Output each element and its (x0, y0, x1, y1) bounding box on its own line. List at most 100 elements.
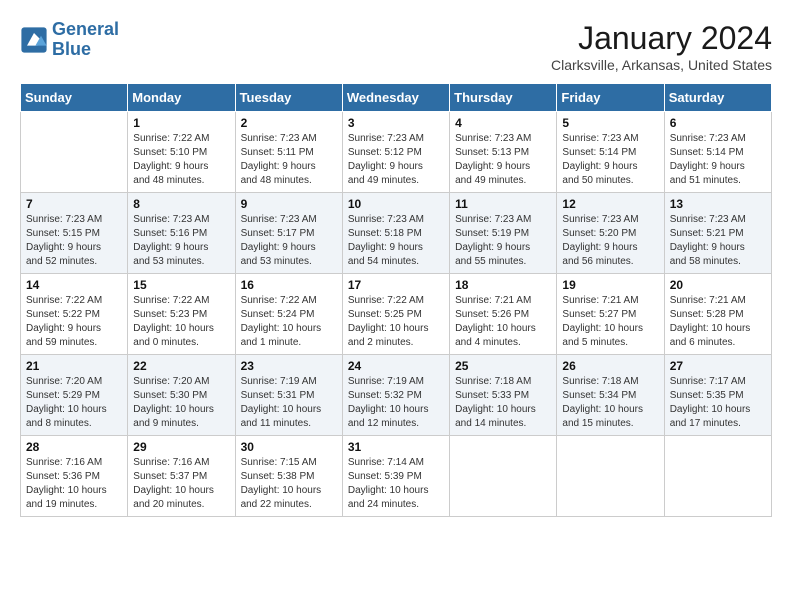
day-number: 3 (348, 116, 444, 130)
day-info: Sunrise: 7:23 AMSunset: 5:16 PMDaylight:… (133, 213, 229, 269)
calendar-cell: 25 Sunrise: 7:18 AMSunset: 5:33 PMDayligh… (450, 355, 557, 436)
calendar-cell: 23 Sunrise: 7:19 AMSunset: 5:31 PMDayligh… (235, 355, 342, 436)
calendar-cell: 17 Sunrise: 7:22 AMSunset: 5:25 PMDayligh… (342, 274, 449, 355)
day-number: 13 (670, 197, 766, 211)
day-number: 24 (348, 359, 444, 373)
calendar-cell: 4 Sunrise: 7:23 AMSunset: 5:13 PMDaylight… (450, 112, 557, 193)
day-info: Sunrise: 7:14 AMSunset: 5:39 PMDaylight:… (348, 456, 444, 512)
calendar-cell: 12Sunrise: 7:23 AMSunset: 5:20 PMDayligh… (557, 193, 664, 274)
calendar-cell: 16 Sunrise: 7:22 AMSunset: 5:24 PMDayligh… (235, 274, 342, 355)
day-number: 23 (241, 359, 337, 373)
calendar-cell: 11Sunrise: 7:23 AMSunset: 5:19 PMDayligh… (450, 193, 557, 274)
day-info: Sunrise: 7:23 AMSunset: 5:13 PMDaylight:… (455, 132, 551, 188)
day-number: 31 (348, 440, 444, 454)
page-header: General Blue January 2024 Clarksville, A… (20, 20, 772, 73)
month-title: January 2024 (551, 20, 772, 57)
calendar-cell: 2 Sunrise: 7:23 AMSunset: 5:11 PMDaylight… (235, 112, 342, 193)
day-number: 29 (133, 440, 229, 454)
weekday-header-friday: Friday (557, 84, 664, 112)
weekday-header-monday: Monday (128, 84, 235, 112)
day-info: Sunrise: 7:19 AMSunset: 5:32 PMDaylight:… (348, 375, 444, 431)
calendar-week-4: 21Sunrise: 7:20 AMSunset: 5:29 PMDayligh… (21, 355, 772, 436)
logo-icon (20, 26, 48, 54)
calendar-week-2: 7 Sunrise: 7:23 AMSunset: 5:15 PMDaylight… (21, 193, 772, 274)
calendar-cell (557, 436, 664, 517)
calendar-cell: 14 Sunrise: 7:22 AMSunset: 5:22 PMDayligh… (21, 274, 128, 355)
day-number: 5 (562, 116, 658, 130)
calendar-cell: 5Sunrise: 7:23 AMSunset: 5:14 PMDaylight… (557, 112, 664, 193)
weekday-header-tuesday: Tuesday (235, 84, 342, 112)
day-info: Sunrise: 7:19 AMSunset: 5:31 PMDaylight:… (241, 375, 337, 431)
day-info: Sunrise: 7:22 AMSunset: 5:22 PMDaylight:… (26, 294, 122, 350)
day-info: Sunrise: 7:21 AMSunset: 5:27 PMDaylight:… (562, 294, 658, 350)
day-info: Sunrise: 7:23 AMSunset: 5:19 PMDaylight:… (455, 213, 551, 269)
weekday-header-saturday: Saturday (664, 84, 771, 112)
day-info: Sunrise: 7:17 AMSunset: 5:35 PMDaylight:… (670, 375, 766, 431)
day-info: Sunrise: 7:18 AMSunset: 5:34 PMDaylight:… (562, 375, 658, 431)
calendar-cell: 28Sunrise: 7:16 AMSunset: 5:36 PMDayligh… (21, 436, 128, 517)
day-number: 1 (133, 116, 229, 130)
calendar-cell: 22Sunrise: 7:20 AMSunset: 5:30 PMDayligh… (128, 355, 235, 436)
calendar-header-row: SundayMondayTuesdayWednesdayThursdayFrid… (21, 84, 772, 112)
calendar-cell (664, 436, 771, 517)
day-info: Sunrise: 7:23 AMSunset: 5:20 PMDaylight:… (562, 213, 658, 269)
day-info: Sunrise: 7:21 AMSunset: 5:28 PMDaylight:… (670, 294, 766, 350)
day-number: 7 (26, 197, 122, 211)
calendar-body: 1 Sunrise: 7:22 AMSunset: 5:10 PMDaylight… (21, 112, 772, 517)
calendar-cell: 15Sunrise: 7:22 AMSunset: 5:23 PMDayligh… (128, 274, 235, 355)
location: Clarksville, Arkansas, United States (551, 57, 772, 73)
calendar-cell: 20Sunrise: 7:21 AMSunset: 5:28 PMDayligh… (664, 274, 771, 355)
day-info: Sunrise: 7:22 AMSunset: 5:24 PMDaylight:… (241, 294, 337, 350)
calendar-cell: 7 Sunrise: 7:23 AMSunset: 5:15 PMDaylight… (21, 193, 128, 274)
day-info: Sunrise: 7:22 AMSunset: 5:25 PMDaylight:… (348, 294, 444, 350)
day-info: Sunrise: 7:18 AMSunset: 5:33 PMDaylight:… (455, 375, 551, 431)
day-number: 6 (670, 116, 766, 130)
logo-text: General Blue (52, 20, 119, 60)
day-number: 30 (241, 440, 337, 454)
day-info: Sunrise: 7:16 AMSunset: 5:36 PMDaylight:… (26, 456, 122, 512)
day-number: 17 (348, 278, 444, 292)
calendar-cell (450, 436, 557, 517)
day-number: 15 (133, 278, 229, 292)
calendar-cell: 3 Sunrise: 7:23 AMSunset: 5:12 PMDaylight… (342, 112, 449, 193)
day-number: 18 (455, 278, 551, 292)
calendar-cell (21, 112, 128, 193)
calendar-cell: 21Sunrise: 7:20 AMSunset: 5:29 PMDayligh… (21, 355, 128, 436)
day-number: 10 (348, 197, 444, 211)
weekday-header-thursday: Thursday (450, 84, 557, 112)
day-number: 19 (562, 278, 658, 292)
day-info: Sunrise: 7:23 AMSunset: 5:15 PMDaylight:… (26, 213, 122, 269)
weekday-header-sunday: Sunday (21, 84, 128, 112)
calendar-cell: 1 Sunrise: 7:22 AMSunset: 5:10 PMDaylight… (128, 112, 235, 193)
day-info: Sunrise: 7:23 AMSunset: 5:21 PMDaylight:… (670, 213, 766, 269)
day-number: 14 (26, 278, 122, 292)
day-number: 16 (241, 278, 337, 292)
day-info: Sunrise: 7:23 AMSunset: 5:11 PMDaylight:… (241, 132, 337, 188)
calendar-cell: 26 Sunrise: 7:18 AMSunset: 5:34 PMDayligh… (557, 355, 664, 436)
calendar-cell: 8Sunrise: 7:23 AMSunset: 5:16 PMDaylight… (128, 193, 235, 274)
day-number: 26 (562, 359, 658, 373)
day-info: Sunrise: 7:23 AMSunset: 5:14 PMDaylight:… (670, 132, 766, 188)
calendar-table: SundayMondayTuesdayWednesdayThursdayFrid… (20, 83, 772, 517)
day-info: Sunrise: 7:23 AMSunset: 5:17 PMDaylight:… (241, 213, 337, 269)
calendar-cell: 29 Sunrise: 7:16 AMSunset: 5:37 PMDayligh… (128, 436, 235, 517)
calendar-week-3: 14 Sunrise: 7:22 AMSunset: 5:22 PMDayligh… (21, 274, 772, 355)
day-info: Sunrise: 7:22 AMSunset: 5:10 PMDaylight:… (133, 132, 229, 188)
day-number: 25 (455, 359, 551, 373)
day-info: Sunrise: 7:16 AMSunset: 5:37 PMDaylight:… (133, 456, 229, 512)
calendar-cell: 6 Sunrise: 7:23 AMSunset: 5:14 PMDaylight… (664, 112, 771, 193)
calendar-cell: 30 Sunrise: 7:15 AMSunset: 5:38 PMDayligh… (235, 436, 342, 517)
calendar-cell: 10 Sunrise: 7:23 AMSunset: 5:18 PMDayligh… (342, 193, 449, 274)
day-info: Sunrise: 7:20 AMSunset: 5:30 PMDaylight:… (133, 375, 229, 431)
day-number: 4 (455, 116, 551, 130)
day-info: Sunrise: 7:20 AMSunset: 5:29 PMDaylight:… (26, 375, 122, 431)
day-number: 2 (241, 116, 337, 130)
logo: General Blue (20, 20, 119, 60)
day-info: Sunrise: 7:15 AMSunset: 5:38 PMDaylight:… (241, 456, 337, 512)
day-info: Sunrise: 7:23 AMSunset: 5:18 PMDaylight:… (348, 213, 444, 269)
calendar-cell: 27 Sunrise: 7:17 AMSunset: 5:35 PMDayligh… (664, 355, 771, 436)
day-info: Sunrise: 7:23 AMSunset: 5:12 PMDaylight:… (348, 132, 444, 188)
calendar-cell: 18Sunrise: 7:21 AMSunset: 5:26 PMDayligh… (450, 274, 557, 355)
calendar-week-1: 1 Sunrise: 7:22 AMSunset: 5:10 PMDaylight… (21, 112, 772, 193)
day-number: 27 (670, 359, 766, 373)
